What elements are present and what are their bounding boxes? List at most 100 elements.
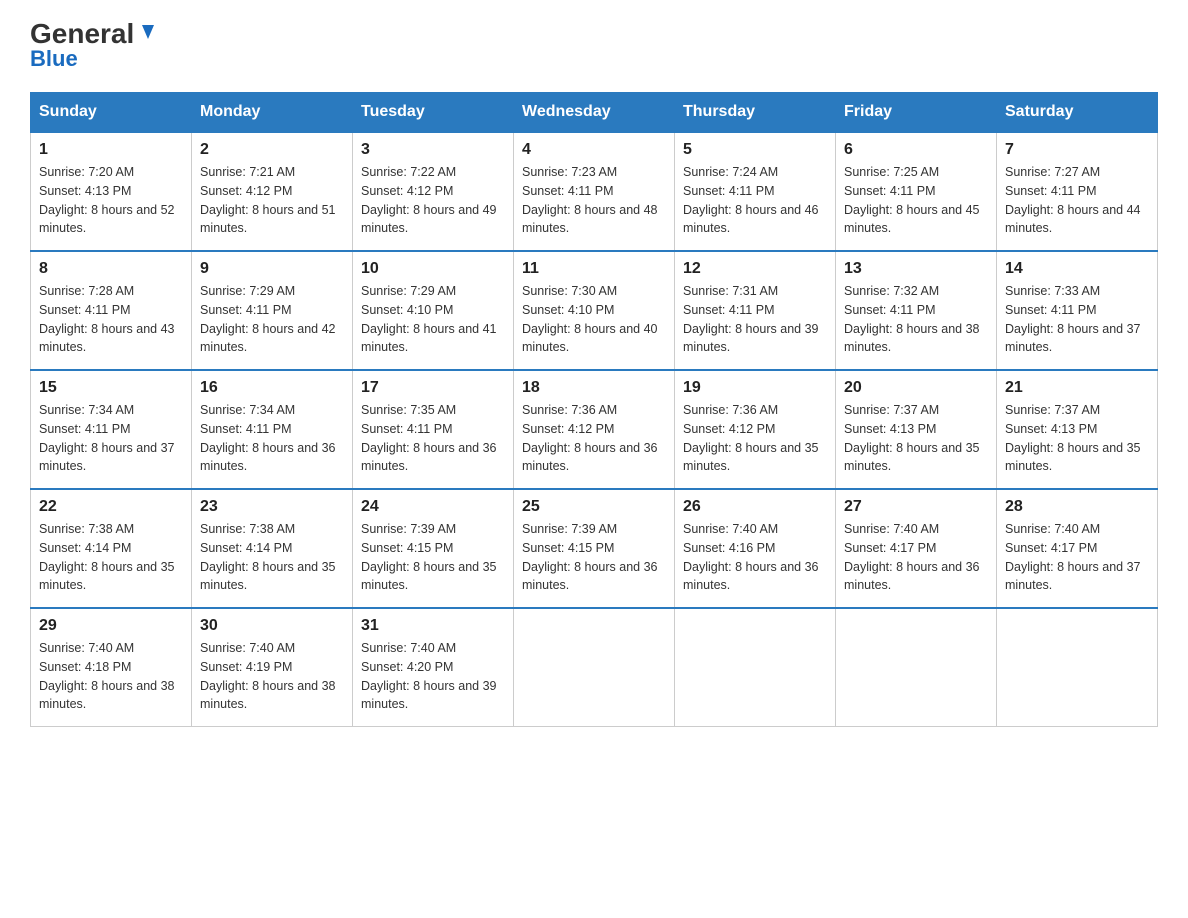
day-info: Sunrise: 7:37 AMSunset: 4:13 PMDaylight:…	[844, 401, 988, 476]
day-info: Sunrise: 7:39 AMSunset: 4:15 PMDaylight:…	[522, 520, 666, 595]
day-number: 29	[39, 617, 183, 635]
calendar-week-row: 1 Sunrise: 7:20 AMSunset: 4:13 PMDayligh…	[31, 132, 1158, 251]
calendar-header-thursday: Thursday	[675, 93, 836, 133]
day-number: 26	[683, 498, 827, 516]
day-number: 30	[200, 617, 344, 635]
day-info: Sunrise: 7:20 AMSunset: 4:13 PMDaylight:…	[39, 163, 183, 238]
calendar-cell: 28 Sunrise: 7:40 AMSunset: 4:17 PMDaylig…	[997, 489, 1158, 608]
day-number: 10	[361, 260, 505, 278]
day-number: 15	[39, 379, 183, 397]
calendar-cell	[836, 608, 997, 727]
day-info: Sunrise: 7:38 AMSunset: 4:14 PMDaylight:…	[200, 520, 344, 595]
day-info: Sunrise: 7:25 AMSunset: 4:11 PMDaylight:…	[844, 163, 988, 238]
day-info: Sunrise: 7:37 AMSunset: 4:13 PMDaylight:…	[1005, 401, 1149, 476]
day-info: Sunrise: 7:36 AMSunset: 4:12 PMDaylight:…	[522, 401, 666, 476]
day-info: Sunrise: 7:31 AMSunset: 4:11 PMDaylight:…	[683, 282, 827, 357]
calendar-header-sunday: Sunday	[31, 93, 192, 133]
day-number: 11	[522, 260, 666, 278]
calendar-cell: 6 Sunrise: 7:25 AMSunset: 4:11 PMDayligh…	[836, 132, 997, 251]
calendar-cell: 17 Sunrise: 7:35 AMSunset: 4:11 PMDaylig…	[353, 370, 514, 489]
day-number: 9	[200, 260, 344, 278]
logo: General Blue	[30, 20, 158, 72]
day-info: Sunrise: 7:29 AMSunset: 4:11 PMDaylight:…	[200, 282, 344, 357]
calendar-header-saturday: Saturday	[997, 93, 1158, 133]
calendar-week-row: 15 Sunrise: 7:34 AMSunset: 4:11 PMDaylig…	[31, 370, 1158, 489]
calendar-header-wednesday: Wednesday	[514, 93, 675, 133]
day-number: 7	[1005, 141, 1149, 159]
day-info: Sunrise: 7:28 AMSunset: 4:11 PMDaylight:…	[39, 282, 183, 357]
day-number: 17	[361, 379, 505, 397]
calendar-cell: 18 Sunrise: 7:36 AMSunset: 4:12 PMDaylig…	[514, 370, 675, 489]
calendar-cell: 22 Sunrise: 7:38 AMSunset: 4:14 PMDaylig…	[31, 489, 192, 608]
day-info: Sunrise: 7:38 AMSunset: 4:14 PMDaylight:…	[39, 520, 183, 595]
calendar-cell: 20 Sunrise: 7:37 AMSunset: 4:13 PMDaylig…	[836, 370, 997, 489]
day-info: Sunrise: 7:24 AMSunset: 4:11 PMDaylight:…	[683, 163, 827, 238]
calendar-cell: 4 Sunrise: 7:23 AMSunset: 4:11 PMDayligh…	[514, 132, 675, 251]
calendar-week-row: 22 Sunrise: 7:38 AMSunset: 4:14 PMDaylig…	[31, 489, 1158, 608]
calendar-cell: 31 Sunrise: 7:40 AMSunset: 4:20 PMDaylig…	[353, 608, 514, 727]
calendar-cell: 19 Sunrise: 7:36 AMSunset: 4:12 PMDaylig…	[675, 370, 836, 489]
calendar-header-row: SundayMondayTuesdayWednesdayThursdayFrid…	[31, 93, 1158, 133]
day-info: Sunrise: 7:27 AMSunset: 4:11 PMDaylight:…	[1005, 163, 1149, 238]
day-number: 16	[200, 379, 344, 397]
calendar-cell: 29 Sunrise: 7:40 AMSunset: 4:18 PMDaylig…	[31, 608, 192, 727]
calendar-cell: 5 Sunrise: 7:24 AMSunset: 4:11 PMDayligh…	[675, 132, 836, 251]
day-number: 24	[361, 498, 505, 516]
logo-general-text: General	[30, 20, 134, 48]
day-info: Sunrise: 7:40 AMSunset: 4:18 PMDaylight:…	[39, 639, 183, 714]
day-number: 20	[844, 379, 988, 397]
day-info: Sunrise: 7:29 AMSunset: 4:10 PMDaylight:…	[361, 282, 505, 357]
day-info: Sunrise: 7:40 AMSunset: 4:20 PMDaylight:…	[361, 639, 505, 714]
day-number: 6	[844, 141, 988, 159]
day-info: Sunrise: 7:21 AMSunset: 4:12 PMDaylight:…	[200, 163, 344, 238]
logo-blue-text: Blue	[30, 46, 78, 72]
day-info: Sunrise: 7:30 AMSunset: 4:10 PMDaylight:…	[522, 282, 666, 357]
calendar-cell: 8 Sunrise: 7:28 AMSunset: 4:11 PMDayligh…	[31, 251, 192, 370]
day-number: 5	[683, 141, 827, 159]
calendar-cell: 27 Sunrise: 7:40 AMSunset: 4:17 PMDaylig…	[836, 489, 997, 608]
day-number: 1	[39, 141, 183, 159]
calendar-header-monday: Monday	[192, 93, 353, 133]
day-info: Sunrise: 7:23 AMSunset: 4:11 PMDaylight:…	[522, 163, 666, 238]
day-info: Sunrise: 7:32 AMSunset: 4:11 PMDaylight:…	[844, 282, 988, 357]
day-number: 14	[1005, 260, 1149, 278]
calendar-header-friday: Friday	[836, 93, 997, 133]
day-info: Sunrise: 7:40 AMSunset: 4:16 PMDaylight:…	[683, 520, 827, 595]
calendar-cell: 13 Sunrise: 7:32 AMSunset: 4:11 PMDaylig…	[836, 251, 997, 370]
day-number: 4	[522, 141, 666, 159]
calendar-cell: 14 Sunrise: 7:33 AMSunset: 4:11 PMDaylig…	[997, 251, 1158, 370]
day-number: 19	[683, 379, 827, 397]
calendar-cell: 15 Sunrise: 7:34 AMSunset: 4:11 PMDaylig…	[31, 370, 192, 489]
calendar-cell: 11 Sunrise: 7:30 AMSunset: 4:10 PMDaylig…	[514, 251, 675, 370]
calendar-cell: 7 Sunrise: 7:27 AMSunset: 4:11 PMDayligh…	[997, 132, 1158, 251]
calendar-table: SundayMondayTuesdayWednesdayThursdayFrid…	[30, 92, 1158, 727]
day-number: 31	[361, 617, 505, 635]
calendar-header-tuesday: Tuesday	[353, 93, 514, 133]
calendar-cell: 10 Sunrise: 7:29 AMSunset: 4:10 PMDaylig…	[353, 251, 514, 370]
calendar-cell: 1 Sunrise: 7:20 AMSunset: 4:13 PMDayligh…	[31, 132, 192, 251]
day-number: 12	[683, 260, 827, 278]
calendar-cell: 16 Sunrise: 7:34 AMSunset: 4:11 PMDaylig…	[192, 370, 353, 489]
calendar-cell	[675, 608, 836, 727]
calendar-cell	[997, 608, 1158, 727]
day-number: 3	[361, 141, 505, 159]
day-info: Sunrise: 7:39 AMSunset: 4:15 PMDaylight:…	[361, 520, 505, 595]
day-info: Sunrise: 7:40 AMSunset: 4:17 PMDaylight:…	[844, 520, 988, 595]
day-info: Sunrise: 7:34 AMSunset: 4:11 PMDaylight:…	[200, 401, 344, 476]
day-info: Sunrise: 7:22 AMSunset: 4:12 PMDaylight:…	[361, 163, 505, 238]
calendar-cell: 26 Sunrise: 7:40 AMSunset: 4:16 PMDaylig…	[675, 489, 836, 608]
day-info: Sunrise: 7:40 AMSunset: 4:19 PMDaylight:…	[200, 639, 344, 714]
day-number: 23	[200, 498, 344, 516]
page-header: General Blue	[30, 20, 1158, 72]
day-number: 13	[844, 260, 988, 278]
calendar-cell: 21 Sunrise: 7:37 AMSunset: 4:13 PMDaylig…	[997, 370, 1158, 489]
calendar-week-row: 29 Sunrise: 7:40 AMSunset: 4:18 PMDaylig…	[31, 608, 1158, 727]
logo-arrow-icon	[136, 21, 158, 43]
day-info: Sunrise: 7:40 AMSunset: 4:17 PMDaylight:…	[1005, 520, 1149, 595]
calendar-cell: 23 Sunrise: 7:38 AMSunset: 4:14 PMDaylig…	[192, 489, 353, 608]
day-info: Sunrise: 7:33 AMSunset: 4:11 PMDaylight:…	[1005, 282, 1149, 357]
day-info: Sunrise: 7:34 AMSunset: 4:11 PMDaylight:…	[39, 401, 183, 476]
day-number: 18	[522, 379, 666, 397]
calendar-week-row: 8 Sunrise: 7:28 AMSunset: 4:11 PMDayligh…	[31, 251, 1158, 370]
day-number: 21	[1005, 379, 1149, 397]
